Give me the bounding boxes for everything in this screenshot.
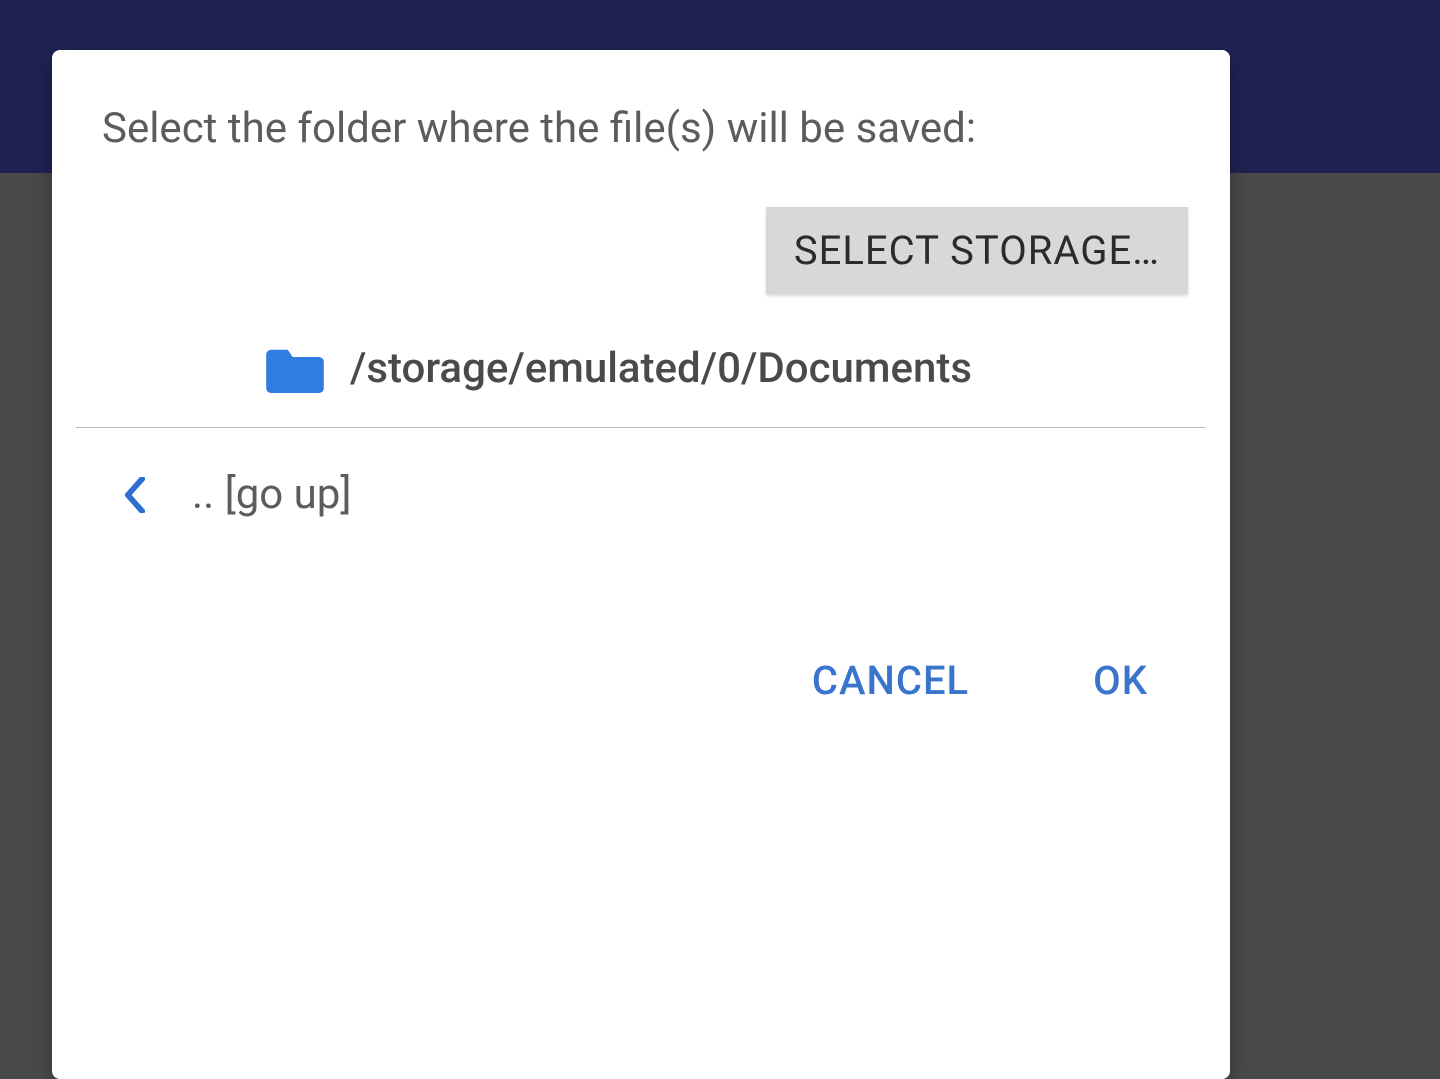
go-up-item[interactable]: .. [go up] xyxy=(52,428,1230,537)
ok-button[interactable]: OK xyxy=(1081,649,1160,712)
select-storage-button[interactable]: SELECT STORAGE… xyxy=(766,207,1188,294)
go-up-label: .. [go up] xyxy=(192,470,352,519)
chevron-left-icon xyxy=(124,477,146,513)
current-path-text: /storage/emulated/0/Documents xyxy=(350,344,972,393)
storage-button-row: SELECT STORAGE… xyxy=(52,183,1230,304)
folder-icon xyxy=(264,345,326,393)
cancel-button[interactable]: CANCEL xyxy=(800,649,981,712)
dialog-title: Select the folder where the file(s) will… xyxy=(52,50,1230,183)
dialog-action-row: CANCEL OK xyxy=(52,537,1230,742)
folder-select-dialog: Select the folder where the file(s) will… xyxy=(52,50,1230,1079)
current-path-row: /storage/emulated/0/Documents xyxy=(52,304,1230,427)
